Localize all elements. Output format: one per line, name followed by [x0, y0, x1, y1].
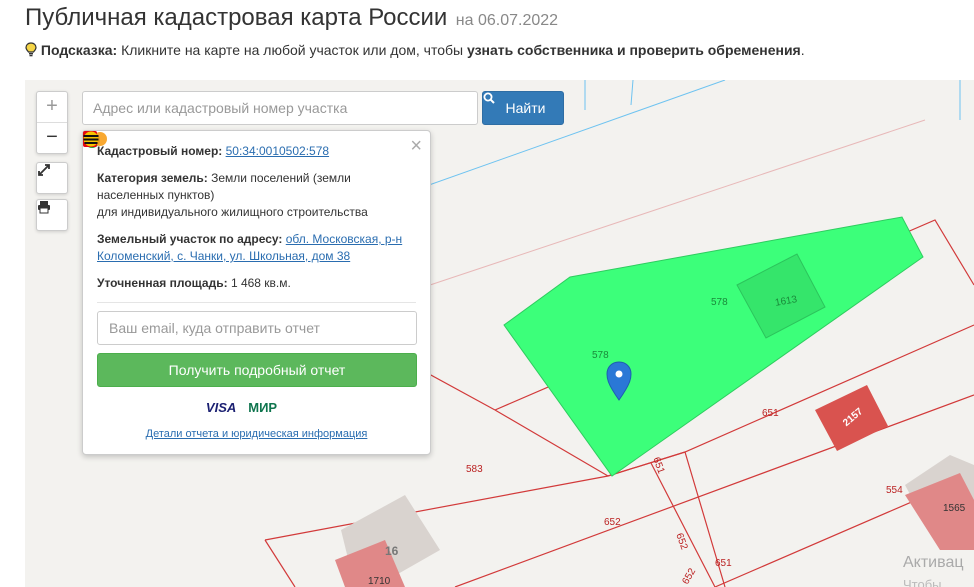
- payment-methods: VISA МИР: [83, 131, 416, 416]
- label-16: 16: [385, 544, 399, 558]
- page-header: Публичная кадастровая карта России на 06…: [25, 4, 558, 32]
- label-578-a: 578: [711, 297, 728, 308]
- page-date: на 06.07.2022: [455, 12, 559, 29]
- area-row: Уточненная площадь: 1 468 кв.м.: [97, 276, 291, 290]
- label-651-c: 651: [715, 558, 732, 569]
- email-field[interactable]: [97, 311, 417, 345]
- close-icon[interactable]: ×: [410, 135, 422, 158]
- activation-watermark: Активац: [903, 554, 964, 571]
- hint-text: Кликните на карте на любой участок или д…: [121, 42, 464, 58]
- label-651-a: 651: [762, 408, 779, 419]
- get-report-button[interactable]: Получить подробный отчет: [97, 353, 417, 387]
- search-input[interactable]: [82, 91, 478, 125]
- label-1710: 1710: [368, 576, 391, 587]
- area-value: 1 468 кв.м.: [230, 276, 291, 290]
- fullscreen-button[interactable]: [36, 162, 68, 194]
- hint-label: Подсказка:: [40, 42, 118, 58]
- map-canvas[interactable]: 578 578 1613 651 651 651 2157 583 652 65…: [25, 80, 974, 587]
- zoom-out-button[interactable]: −: [37, 123, 67, 153]
- mir-icon: МИР: [248, 399, 278, 415]
- label-578-b: 578: [592, 350, 609, 361]
- land-category-row: Категория земель: Земли поселений (земли…: [97, 171, 368, 219]
- print-button[interactable]: [36, 199, 68, 231]
- label-583: 583: [466, 464, 483, 475]
- label-1565: 1565: [943, 503, 966, 514]
- hint-bar: Подсказка: Кликните на карте на любой уч…: [25, 42, 805, 60]
- land-use-value: для индивидуального жилищного строительс…: [97, 205, 368, 219]
- cadastral-number-link[interactable]: 50:34:0010502:578: [226, 144, 329, 158]
- search-button-label: Найти: [505, 100, 546, 116]
- zoom-control: + −: [36, 91, 68, 154]
- divider: [97, 302, 416, 303]
- page-title: Публичная кадастровая карта России: [25, 4, 448, 31]
- label-652-a: 652: [604, 517, 621, 528]
- zoom-in-button[interactable]: +: [37, 92, 67, 123]
- activation-watermark-2: Чтобы: [903, 577, 942, 587]
- report-details-link[interactable]: Детали отчета и юридическая информация: [146, 428, 368, 440]
- label-554: 554: [886, 485, 903, 496]
- lightbulb-icon: [25, 42, 37, 60]
- cadastral-number-row: Кадастровый номер: 50:34:0010502:578: [97, 144, 330, 158]
- search-button[interactable]: Найти: [482, 91, 564, 125]
- address-row: Земельный участок по адресу: обл. Москов…: [97, 232, 403, 263]
- parcel-info-popup: × Кадастровый номер: 50:34:0010502:578 К…: [82, 130, 431, 455]
- hint-bold-text: узнать собственника и проверить обремене…: [466, 42, 801, 58]
- visa-icon: VISA: [205, 399, 237, 415]
